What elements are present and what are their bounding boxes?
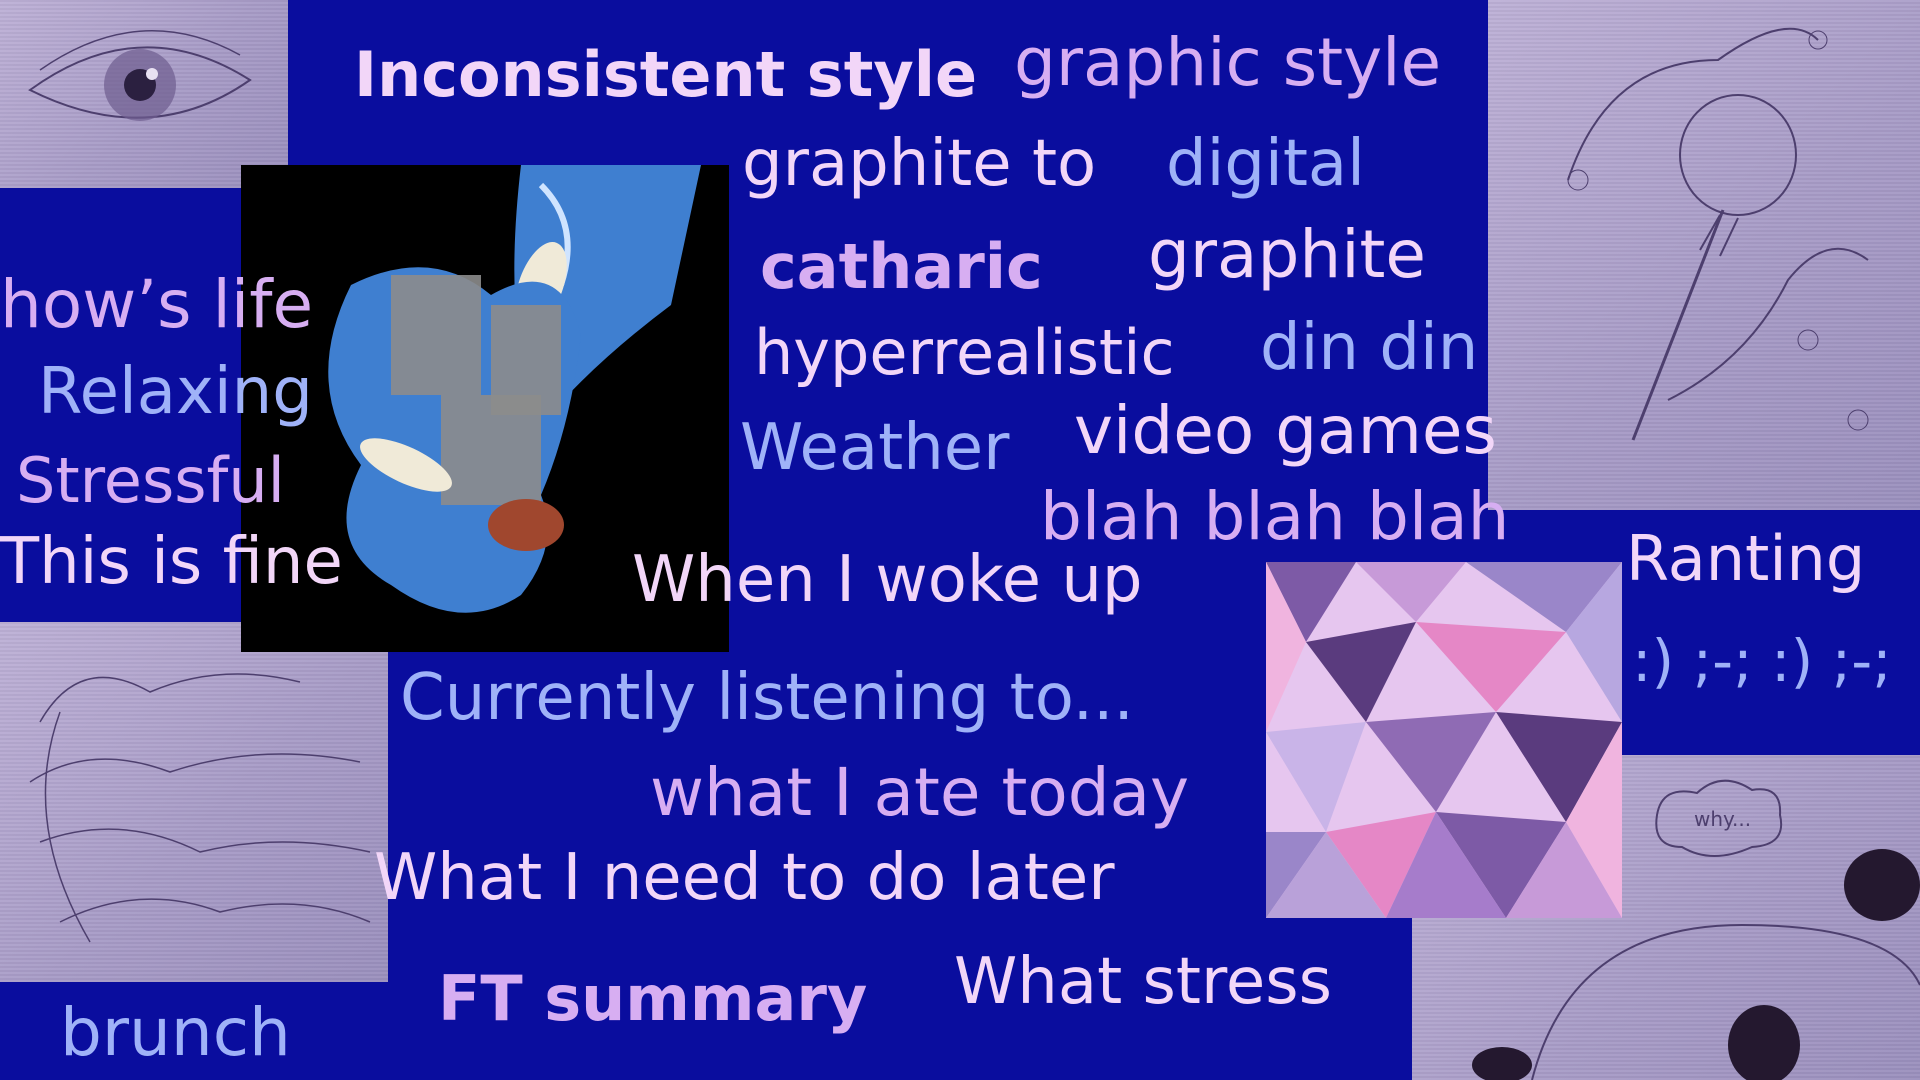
word-relaxing: Relaxing	[38, 355, 313, 429]
word-emoticons: :) ;-; :) ;-;	[1632, 627, 1892, 695]
word-digital: digital	[1166, 127, 1365, 201]
eye-sketch	[0, 0, 288, 188]
word-din-din: din din	[1260, 311, 1479, 385]
word-ft-summary: FT summary	[438, 962, 868, 1035]
word-this-is-fine: This is fine	[0, 525, 343, 599]
fork-icon	[1567, 27, 1869, 441]
word-weather: Weather	[740, 411, 1010, 485]
word-blah-blah-blah: blah blah blah	[1040, 478, 1510, 555]
polygon-icon	[1266, 562, 1622, 918]
eye-icon	[28, 30, 252, 121]
cloud-text: why...	[1694, 807, 1752, 831]
fork-sketch	[1488, 0, 1920, 510]
word-what-stress: What stress	[954, 945, 1332, 1019]
word-inconsistent-style: Inconsistent style	[354, 38, 978, 111]
word-graphic-style: graphic style	[1014, 24, 1442, 101]
word-video-games: video games	[1074, 392, 1497, 469]
word-hyperrealistic: hyperrealistic	[754, 316, 1175, 389]
word-brunch: brunch	[60, 994, 291, 1071]
word-currently-listening: Currently listening to...	[400, 661, 1134, 735]
word-ranting: Ranting	[1626, 522, 1866, 595]
word-what-i-need-to-do-later: What I need to do later	[374, 841, 1115, 915]
word-hows-life: how’s life	[0, 266, 314, 343]
word-when-i-woke-up: When I woke up	[632, 543, 1143, 617]
word-graphite-to: graphite to	[742, 127, 1097, 201]
word-stressful: Stressful	[16, 444, 285, 517]
word-catharic: catharic	[760, 230, 1043, 303]
hair-sketch	[0, 622, 388, 982]
polygon-artwork	[1266, 562, 1622, 918]
word-what-i-ate-today: what I ate today	[650, 754, 1190, 831]
hair-icon	[29, 673, 371, 943]
word-graphite: graphite	[1148, 216, 1427, 293]
